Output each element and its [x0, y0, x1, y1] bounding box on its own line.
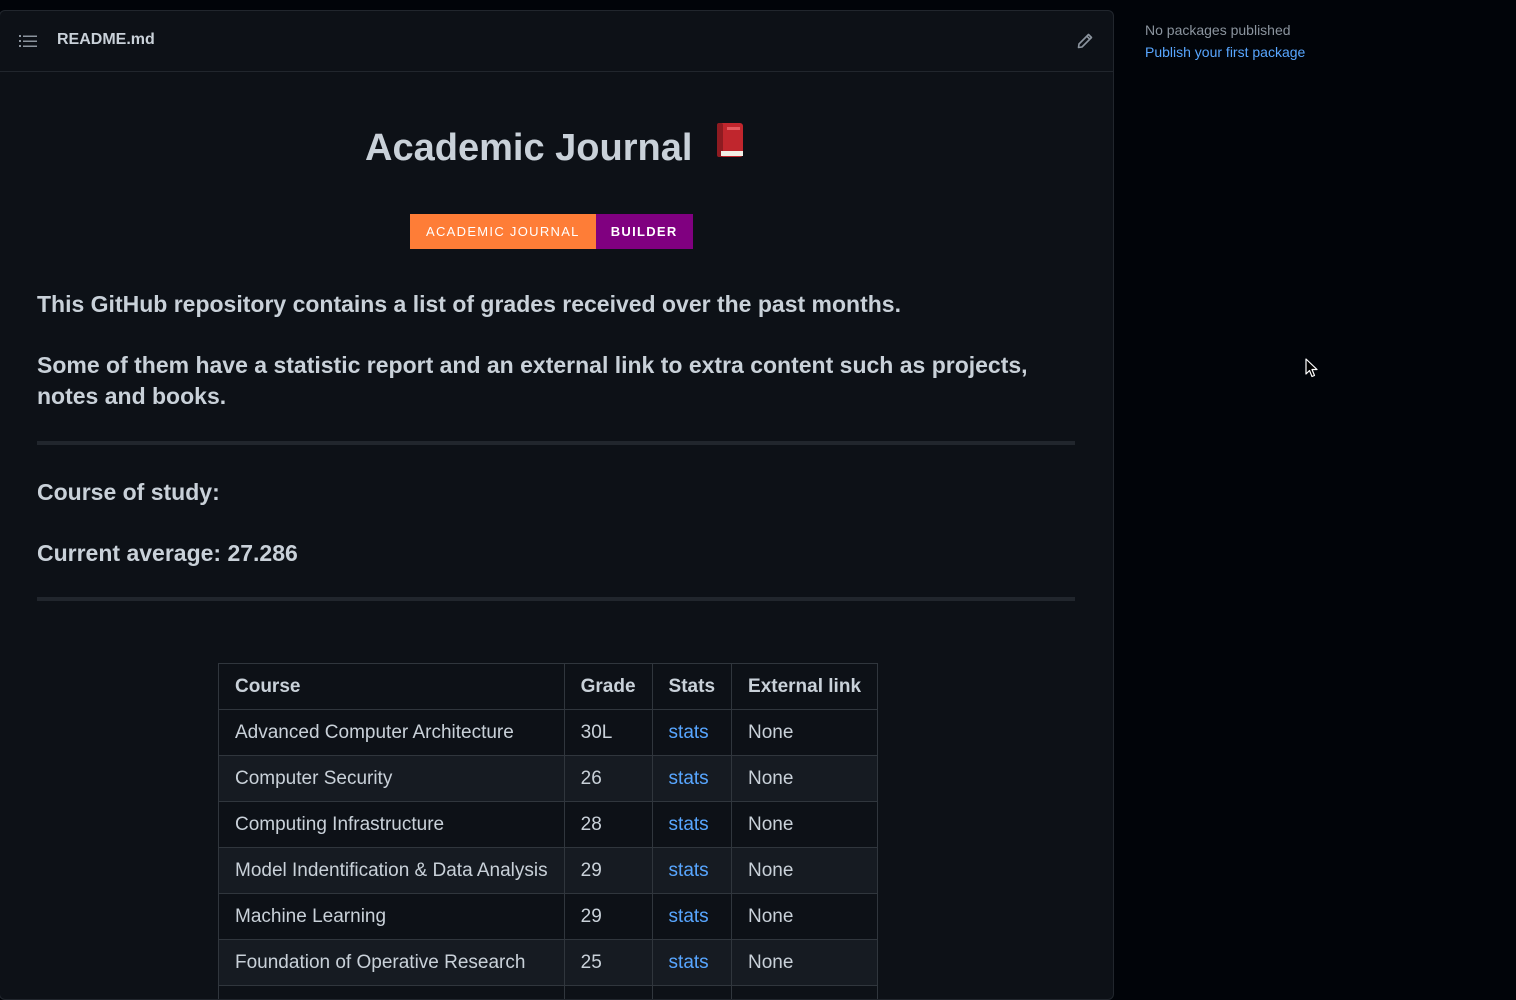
grade-cell	[564, 986, 652, 1000]
grade-cell: 29	[564, 894, 652, 940]
course-of-study: Course of study:	[37, 477, 1067, 508]
publish-package-link[interactable]: Publish your first package	[1145, 44, 1305, 60]
grade-cell: 28	[564, 802, 652, 848]
column-header-external-link: External link	[732, 664, 878, 710]
course-cell: Machine Learning	[219, 894, 565, 940]
description-paragraph: Some of them have a statistic report and…	[37, 350, 1067, 412]
packages-status: No packages published	[1145, 22, 1291, 38]
table-row: Advanced Computer Architecture 30L stats…	[219, 710, 878, 756]
stats-cell: stats	[652, 848, 731, 894]
file-name: README.md	[57, 31, 155, 49]
grade-cell: 30L	[564, 710, 652, 756]
edit-file-button[interactable]	[1074, 30, 1096, 52]
stats-cell: stats	[652, 802, 731, 848]
list-unordered-icon	[19, 33, 37, 49]
mouse-pointer-icon	[1305, 358, 1319, 383]
external-link-cell: None	[732, 940, 878, 986]
current-average: Current average: 27.286	[37, 538, 1067, 569]
external-link-cell: None	[732, 710, 878, 756]
stats-link[interactable]: stats	[669, 952, 709, 973]
stats-cell: stats	[652, 710, 731, 756]
grade-cell: 29	[564, 848, 652, 894]
external-link-cell: None	[732, 756, 878, 802]
column-header-stats: Stats	[652, 664, 731, 710]
external-link-cell: None	[732, 802, 878, 848]
pencil-icon	[1076, 32, 1094, 50]
table-of-contents-button[interactable]	[16, 29, 40, 53]
stats-link[interactable]: stats	[669, 860, 709, 881]
table-row: Computer Security 26 stats None	[219, 756, 878, 802]
intro-paragraph: This GitHub repository contains a list o…	[37, 289, 1067, 320]
course-cell	[219, 986, 565, 1000]
external-link-cell: None	[732, 848, 878, 894]
grades-table: Course Grade Stats External link Advance…	[218, 663, 878, 1000]
grade-cell: 26	[564, 756, 652, 802]
stats-cell: stats	[652, 940, 731, 986]
table-row: Machine Learning 29 stats None	[219, 894, 878, 940]
readme-title: Academic Journal	[37, 121, 1075, 175]
table-row: Model Indentification & Data Analysis 29…	[219, 848, 878, 894]
table-row	[219, 986, 878, 1000]
column-header-grade: Grade	[564, 664, 652, 710]
badge-label: ACADEMIC JOURNAL	[410, 214, 596, 249]
stats-link[interactable]: stats	[669, 814, 709, 835]
builder-badge[interactable]: ACADEMIC JOURNAL BUILDER	[410, 214, 693, 249]
stats-link[interactable]: stats	[669, 906, 709, 927]
stats-cell: stats	[652, 756, 731, 802]
readme-header: README.md	[0, 11, 1113, 72]
course-cell: Foundation of Operative Research	[219, 940, 565, 986]
table-row: Foundation of Operative Research 25 stat…	[219, 940, 878, 986]
grade-cell: 25	[564, 940, 652, 986]
course-cell: Model Indentification & Data Analysis	[219, 848, 565, 894]
grades-table-wrapper: Course Grade Stats External link Advance…	[218, 663, 878, 1000]
title-text: Academic Journal	[365, 127, 692, 169]
divider	[37, 597, 1075, 601]
table-header-row: Course Grade Stats External link	[219, 664, 878, 710]
stats-cell: stats	[652, 894, 731, 940]
stats-link[interactable]: stats	[669, 722, 709, 743]
stats-link[interactable]: stats	[669, 768, 709, 789]
external-link-cell: None	[732, 894, 878, 940]
course-cell: Computing Infrastructure	[219, 802, 565, 848]
divider	[37, 441, 1075, 445]
table-row: Computing Infrastructure 28 stats None	[219, 802, 878, 848]
course-cell: Computer Security	[219, 756, 565, 802]
external-link-cell	[732, 986, 878, 1000]
column-header-course: Course	[219, 664, 565, 710]
course-cell: Advanced Computer Architecture	[219, 710, 565, 756]
closed-book-icon	[713, 120, 747, 174]
stats-cell	[652, 986, 731, 1000]
readme-panel: README.md Academic Journal ACADEMIC JOUR…	[0, 10, 1114, 1000]
badge-message: BUILDER	[596, 214, 693, 249]
